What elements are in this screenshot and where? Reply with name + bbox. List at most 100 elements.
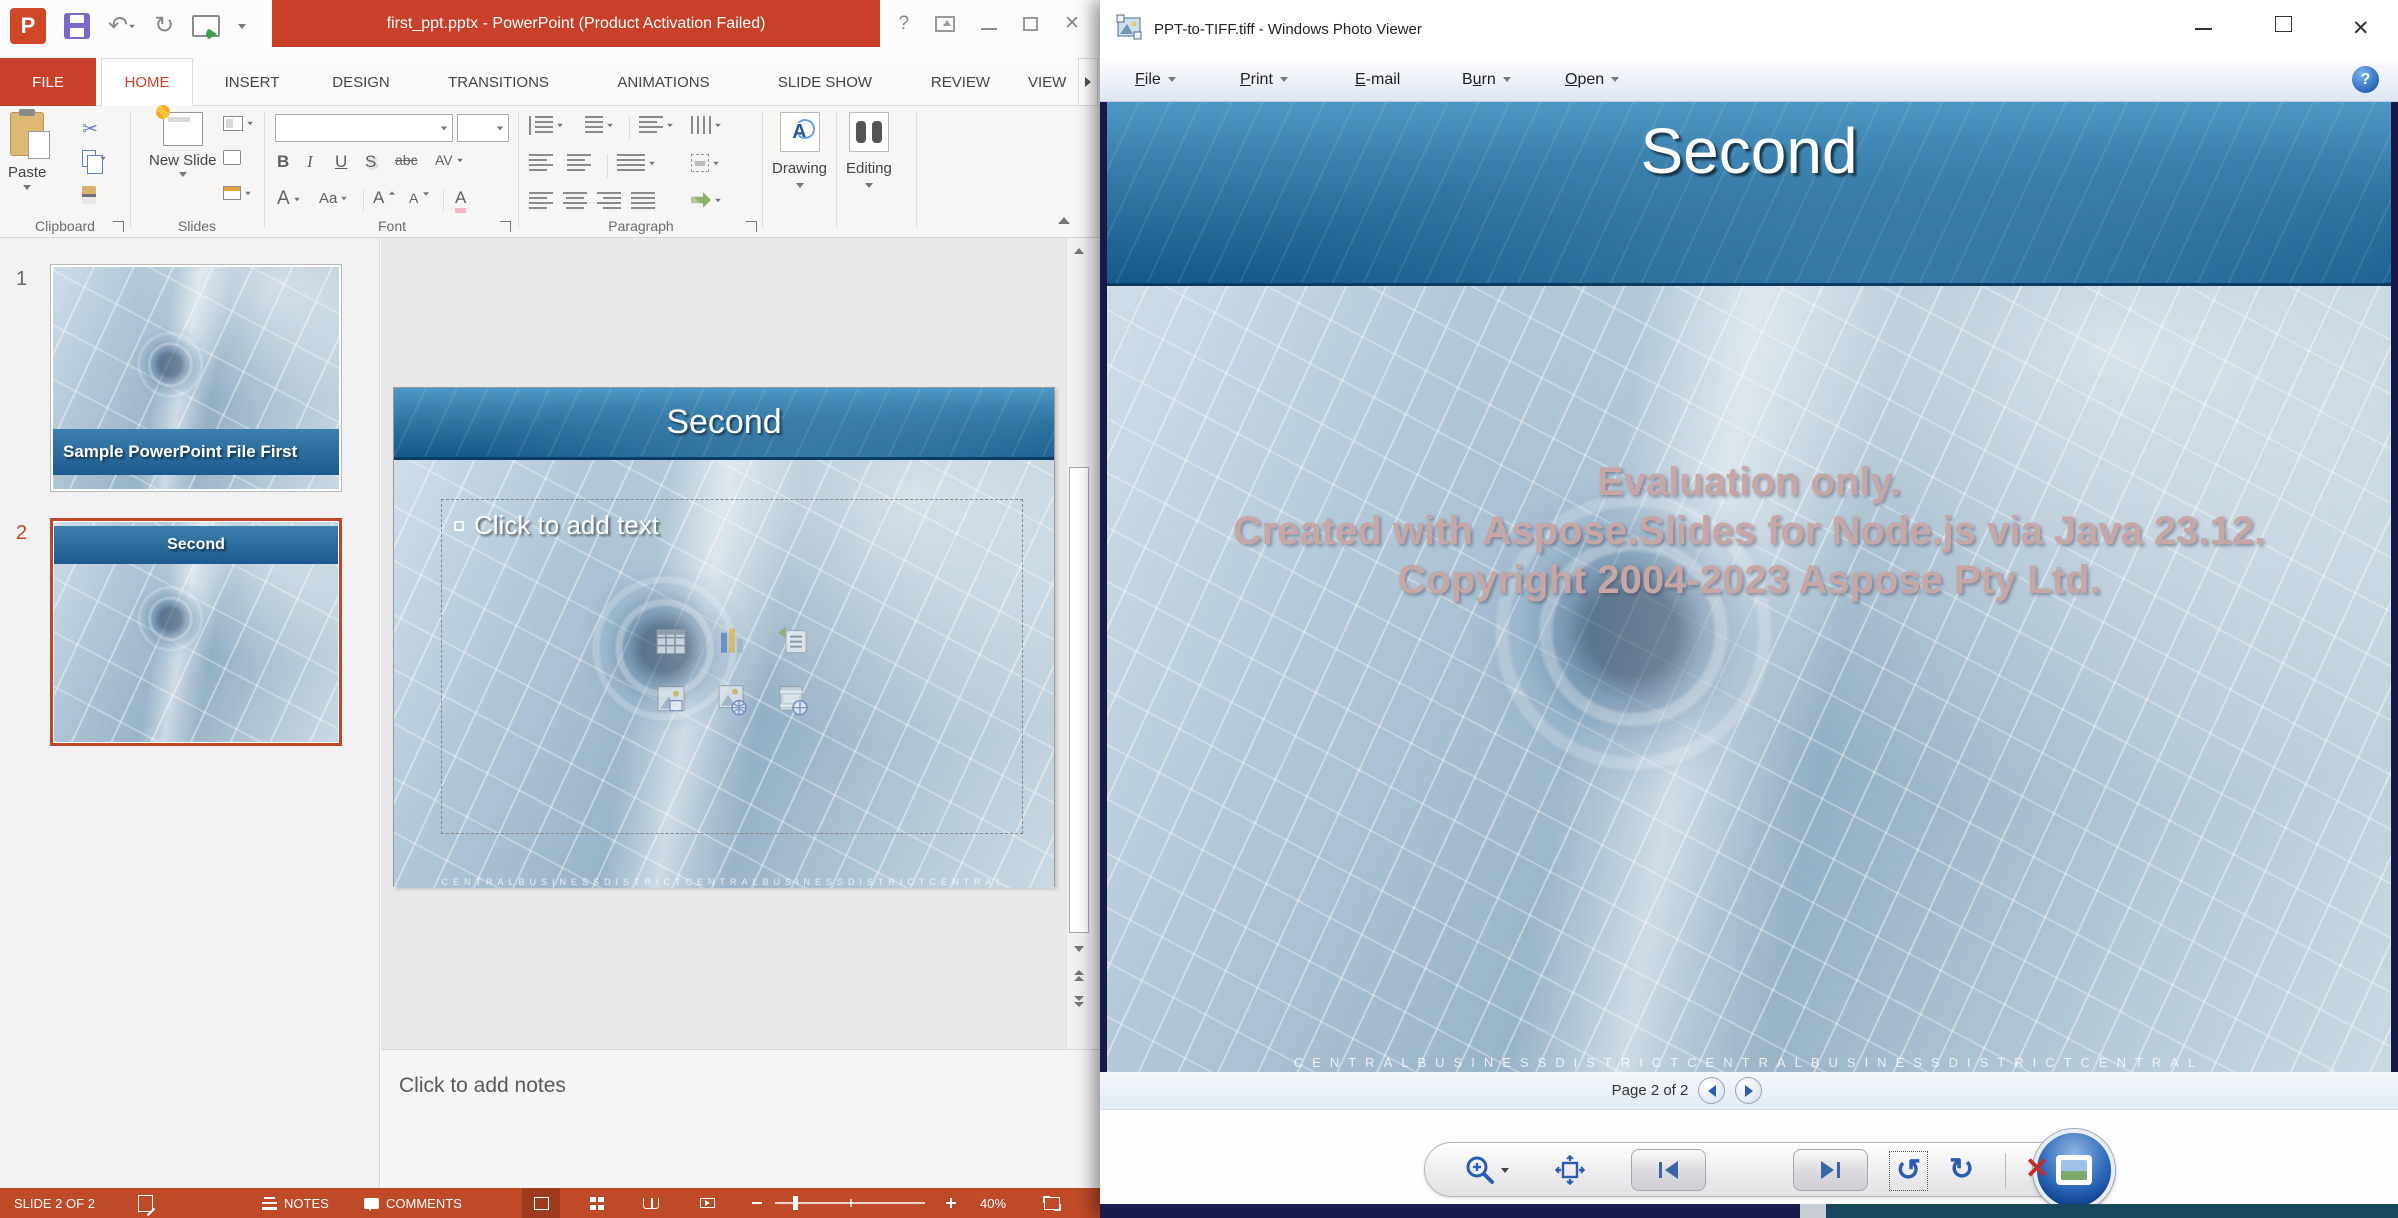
zoom-in-button[interactable]: [946, 1198, 956, 1208]
slide-title-banner[interactable]: Second: [394, 388, 1054, 460]
previous-slide-icon[interactable]: [1069, 964, 1089, 986]
paste-caret-icon[interactable]: [23, 185, 31, 190]
viewer-help-icon[interactable]: ?: [2352, 66, 2379, 93]
notes-placeholder[interactable]: Click to add notes: [399, 1074, 566, 1097]
tab-review[interactable]: REVIEW: [918, 58, 1003, 106]
decrease-indent-button[interactable]: [529, 154, 553, 173]
insert-smartart-icon[interactable]: [776, 624, 810, 658]
help-icon[interactable]: ?: [899, 13, 910, 35]
tab-scroll-right-icon[interactable]: [1078, 58, 1098, 106]
columns-button[interactable]: [617, 154, 656, 173]
clear-formatting-button[interactable]: A: [455, 188, 466, 213]
strikethrough-button[interactable]: abc: [395, 152, 418, 168]
format-painter-button[interactable]: [82, 186, 96, 204]
menu-file[interactable]: File: [1135, 71, 1176, 89]
line-spacing-button[interactable]: [639, 116, 674, 135]
collapse-ribbon-icon[interactable]: [1058, 214, 1070, 224]
grow-font-button[interactable]: A: [373, 188, 397, 208]
font-name-combo[interactable]: [275, 114, 453, 142]
minimize-icon[interactable]: [981, 28, 997, 30]
menu-print[interactable]: Print: [1240, 71, 1288, 89]
bullets-caret-icon[interactable]: [557, 124, 563, 128]
line-spacing-caret-icon[interactable]: [667, 124, 673, 128]
undo-caret-icon[interactable]: [129, 25, 135, 29]
paragraph-dialog-launcher-icon[interactable]: [746, 221, 757, 232]
smartart-caret-icon[interactable]: [715, 198, 721, 202]
viewer-close-icon[interactable]: ✕: [2352, 16, 2370, 41]
drawing-button[interactable]: A Drawing: [772, 112, 827, 188]
scroll-up-icon[interactable]: [1069, 240, 1089, 262]
content-placeholder[interactable]: Click to add text: [441, 499, 1023, 834]
tab-transitions[interactable]: TRANSITIONS: [436, 58, 561, 106]
ribbon-display-options-icon[interactable]: [935, 16, 955, 32]
copy-caret-icon[interactable]: [100, 157, 106, 161]
viewer-maximize-icon[interactable]: [2275, 16, 2292, 32]
delete-button[interactable]: ✕: [2025, 1151, 2049, 1186]
notes-pane[interactable]: Click to add notes: [381, 1049, 1100, 1188]
restore-icon[interactable]: [1023, 17, 1038, 31]
slide-thumbnail-1[interactable]: Sample PowerPoint File First: [50, 264, 342, 492]
shrink-font-button[interactable]: A: [409, 190, 431, 206]
font-size-combo[interactable]: [457, 114, 509, 142]
section-caret-icon[interactable]: [245, 191, 251, 195]
menu-burn[interactable]: Burn: [1462, 71, 1511, 89]
fit-slide-button[interactable]: [1044, 1197, 1060, 1210]
insert-table-icon[interactable]: [654, 624, 688, 658]
spell-check-button[interactable]: [138, 1195, 153, 1212]
rotate-counterclockwise-button[interactable]: ↺: [1889, 1151, 1928, 1191]
align-center-button[interactable]: [563, 192, 587, 211]
text-direction-button[interactable]: [691, 116, 722, 134]
slideshow-button[interactable]: [688, 1188, 726, 1218]
section-button[interactable]: [223, 186, 252, 200]
align-left-button[interactable]: [529, 192, 553, 211]
redo-icon[interactable]: ↻: [154, 14, 174, 38]
align-right-button[interactable]: [597, 192, 621, 211]
undo-button[interactable]: ↶: [108, 14, 136, 38]
new-slide-caret-icon[interactable]: [179, 172, 187, 177]
scrollbar-thumb[interactable]: [1069, 467, 1089, 933]
actual-size-button[interactable]: [1555, 1155, 1585, 1190]
menu-email[interactable]: E-mail: [1355, 71, 1400, 89]
font-color-caret-icon[interactable]: [294, 197, 300, 201]
scroll-down-icon[interactable]: [1069, 938, 1089, 960]
new-slide-button[interactable]: New Slide: [149, 112, 217, 177]
slide-canvas[interactable]: Second Click to add text: [393, 387, 1055, 887]
tab-design[interactable]: DESIGN: [321, 58, 401, 106]
layout-caret-icon[interactable]: [247, 122, 253, 126]
bullets-button[interactable]: [529, 116, 564, 135]
change-case-caret-icon[interactable]: [342, 197, 348, 201]
rotate-clockwise-button[interactable]: ↻: [1949, 1151, 1974, 1189]
bold-button[interactable]: B: [277, 152, 289, 172]
customize-quick-access-icon[interactable]: [238, 24, 246, 29]
menu-open[interactable]: Open: [1565, 71, 1619, 89]
slide-thumbnail-2[interactable]: Second: [50, 518, 342, 746]
previous-page-button[interactable]: [1698, 1077, 1725, 1104]
save-icon[interactable]: [64, 13, 90, 39]
zoom-out-button[interactable]: [752, 1202, 762, 1204]
normal-view-button[interactable]: [522, 1188, 560, 1218]
tab-slide-show[interactable]: SLIDE SHOW: [768, 58, 882, 106]
insert-picture-icon[interactable]: [654, 682, 688, 716]
slide-layout-button[interactable]: [223, 116, 254, 131]
paste-button[interactable]: Paste: [8, 112, 46, 190]
font-size-caret-icon[interactable]: [497, 126, 503, 130]
zoom-slider-thumb[interactable]: [793, 1196, 798, 1210]
zoom-level[interactable]: 40%: [980, 1196, 1006, 1211]
close-icon[interactable]: ✕: [1064, 12, 1080, 35]
editing-button[interactable]: Editing: [846, 112, 892, 188]
insert-video-icon[interactable]: [776, 682, 810, 716]
character-spacing-caret-icon[interactable]: [457, 158, 463, 162]
tab-file[interactable]: FILE: [0, 58, 96, 106]
copy-button[interactable]: [82, 150, 107, 167]
start-slideshow-icon[interactable]: [192, 15, 220, 37]
notes-toggle[interactable]: NOTES: [262, 1196, 329, 1211]
editor-scrollbar[interactable]: [1066, 238, 1090, 1049]
tab-home[interactable]: HOME: [101, 58, 193, 106]
powerpoint-logo-icon[interactable]: P: [10, 8, 46, 44]
reading-view-button[interactable]: [632, 1188, 670, 1218]
next-slide-icon[interactable]: [1069, 990, 1089, 1012]
viewer-minimize-icon[interactable]: [2195, 28, 2212, 30]
comments-toggle[interactable]: COMMENTS: [364, 1196, 462, 1211]
convert-smartart-button[interactable]: [691, 192, 722, 208]
italic-button[interactable]: I: [307, 152, 313, 172]
